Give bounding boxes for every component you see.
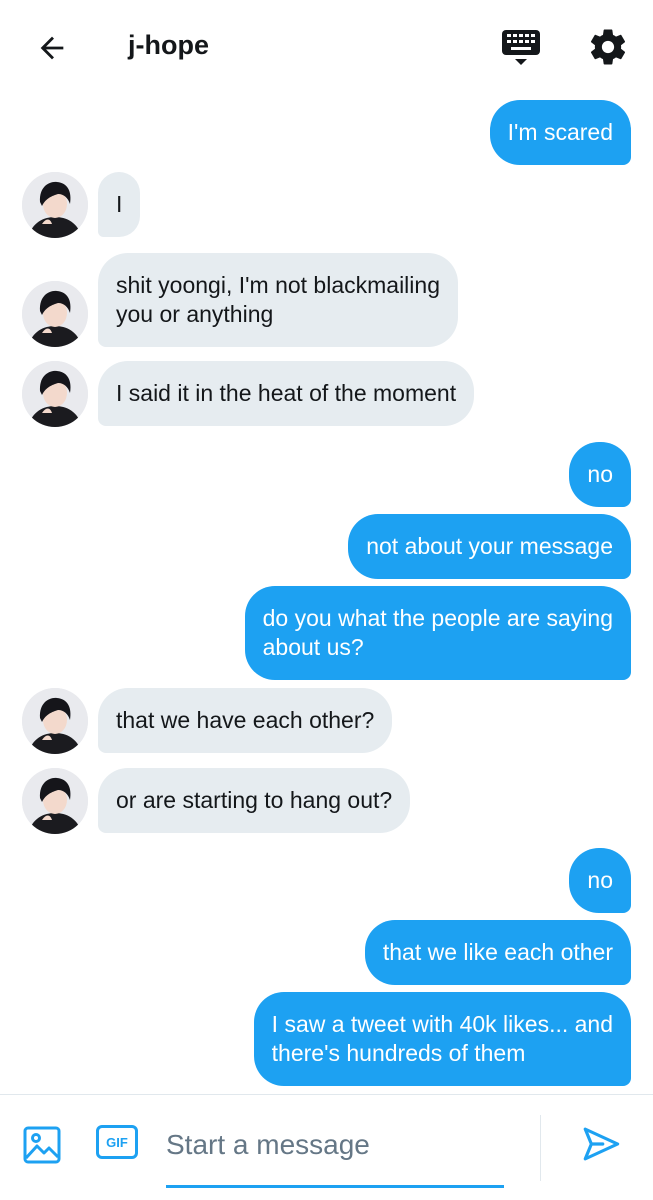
settings-button[interactable] [587, 26, 631, 70]
input-underline [166, 1185, 504, 1188]
outgoing-message-bubble[interactable]: that we like each other [364, 920, 631, 985]
message-text-line: you or anything [116, 301, 274, 327]
message-text-line: I saw a tweet with 40k likes... and [271, 1011, 613, 1037]
gear-icon [590, 29, 626, 65]
keyboard-button[interactable] [500, 26, 544, 70]
avatar[interactable] [22, 172, 88, 238]
message-text-line: I'm scared [507, 119, 613, 145]
incoming-message-bubble[interactable]: shit yoongi, I'm not blackmailing you or … [98, 253, 458, 347]
back-button[interactable] [30, 26, 74, 70]
avatar[interactable] [22, 281, 88, 347]
message-list[interactable]: I'm scared I shit yoongi, I'm not blackm… [0, 92, 653, 1090]
message-input[interactable] [166, 1123, 504, 1167]
incoming-message-bubble[interactable]: or are starting to hang out? [98, 768, 411, 833]
message-text-line: no [587, 867, 613, 893]
message-text-line: there's hundreds of them [271, 1040, 526, 1066]
message-text-line: shit yoongi, I'm not blackmailing [116, 272, 440, 298]
outgoing-message-bubble[interactable]: I saw a tweet with 40k likes... and there… [253, 992, 631, 1086]
conversation-title: j-hope [128, 30, 209, 60]
message-text-line: about us? [262, 634, 364, 660]
composer-divider [540, 1115, 541, 1181]
conversation-header: j-hope [0, 0, 653, 92]
outgoing-message-bubble[interactable]: do you what the people are saying about u… [244, 586, 631, 680]
message-composer: GIF [0, 1094, 653, 1200]
gif-button[interactable]: GIF [96, 1125, 138, 1159]
avatar[interactable] [22, 688, 88, 754]
message-text-line: not about your message [366, 533, 613, 559]
image-icon [23, 1126, 61, 1164]
message-text-line: that we have each other? [116, 707, 375, 733]
message-text-line: that we like each other [382, 939, 613, 965]
message-text-line: or are starting to hang out? [116, 787, 393, 813]
arrow-left-icon [40, 36, 64, 60]
add-image-button[interactable] [22, 1125, 66, 1169]
message-text-line: I [116, 191, 123, 217]
incoming-message-bubble[interactable]: I [98, 172, 141, 237]
avatar[interactable] [22, 361, 88, 427]
outgoing-message-bubble[interactable]: no [569, 848, 631, 913]
message-text-line: do you what the people are saying [262, 605, 613, 631]
incoming-message-bubble[interactable]: I said it in the heat of the moment [98, 361, 475, 426]
keyboard-icon [502, 30, 540, 65]
avatar[interactable] [22, 768, 88, 834]
outgoing-message-bubble[interactable]: I'm scared [489, 100, 631, 165]
outgoing-message-bubble[interactable]: not about your message [348, 514, 631, 579]
send-button[interactable] [580, 1123, 624, 1167]
message-text-line: no [587, 461, 613, 487]
outgoing-message-bubble[interactable]: no [569, 442, 631, 507]
message-text-line: I said it in the heat of the moment [116, 380, 457, 406]
incoming-message-bubble[interactable]: that we have each other? [98, 688, 393, 753]
send-icon [583, 1127, 620, 1161]
